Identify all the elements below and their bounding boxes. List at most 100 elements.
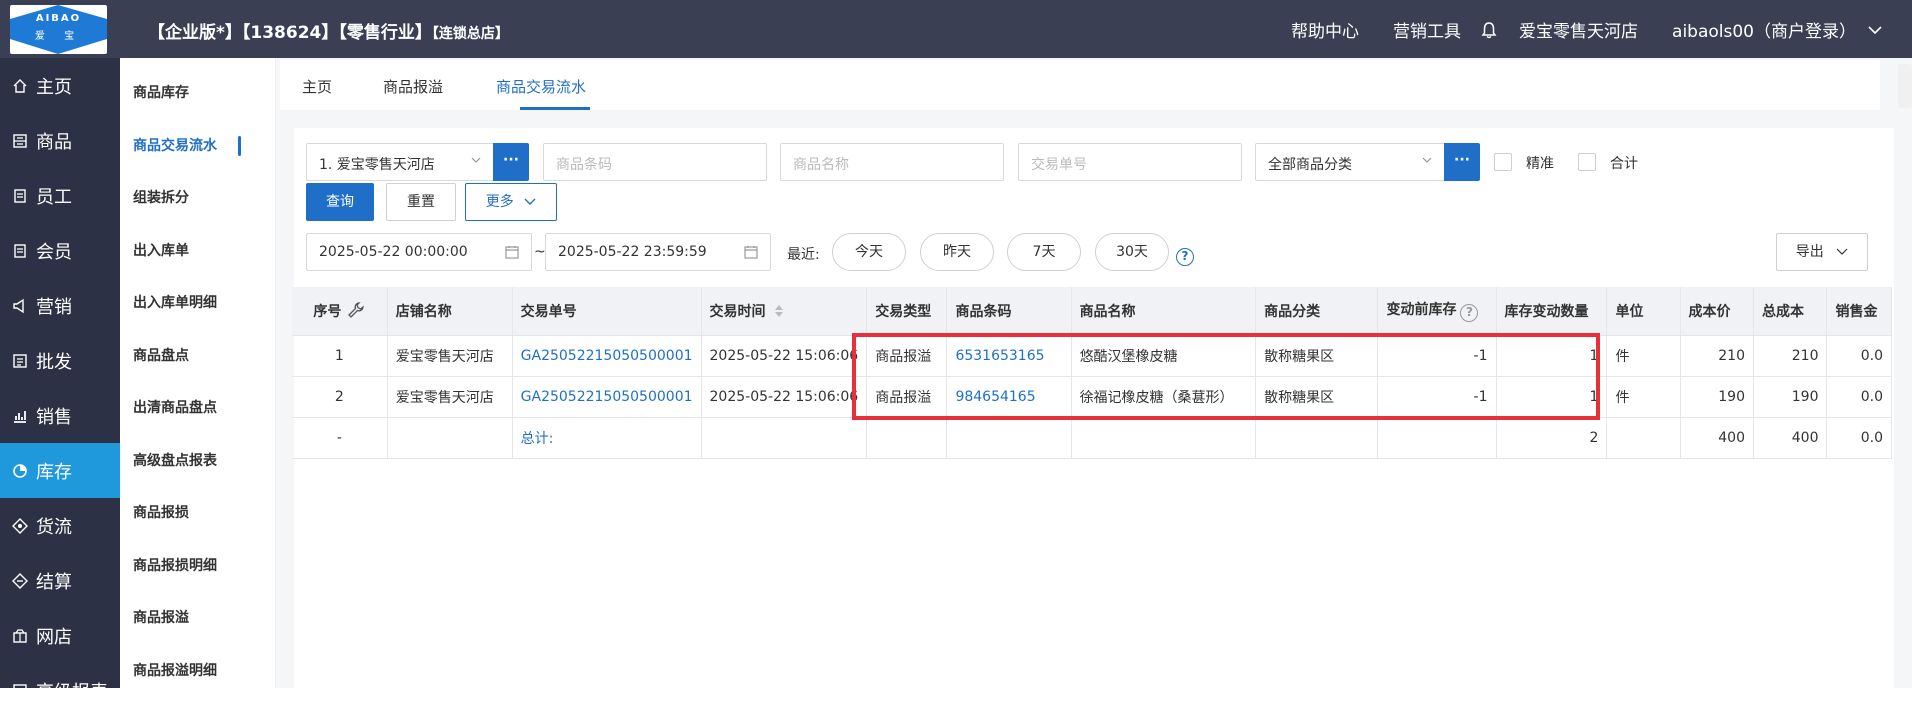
chevron-down-icon: [1836, 248, 1848, 255]
recent-label: 最近:: [787, 247, 820, 263]
nav-shop[interactable]: 网店: [0, 608, 120, 663]
col-header-stock-before-label: 变动前库存: [1386, 302, 1457, 319]
cell-type: [866, 416, 948, 459]
nav-wholesale[interactable]: 批发: [0, 333, 120, 388]
export-button[interactable]: 导出: [1776, 233, 1868, 271]
subnav-item[interactable]: 商品报溢: [120, 591, 275, 644]
nav-marketing[interactable]: 营销: [0, 278, 120, 333]
total-checkbox[interactable]: [1578, 153, 1596, 171]
subnav-item[interactable]: 商品报损: [120, 486, 275, 539]
nav-label: 网店: [36, 626, 72, 648]
tab-home[interactable]: 主页: [302, 76, 332, 97]
help-icon[interactable]: ?: [1176, 248, 1194, 266]
col-header-type: 交易类型: [866, 287, 948, 335]
transaction-table: 序号 店铺名称 交易单号 交易时间 交易类型 商品条码 商品名称 商品分类 变动…: [292, 287, 1892, 459]
col-header-time-label: 交易时间: [709, 303, 766, 320]
cell-sales-amount: 0.0: [1826, 375, 1892, 417]
cell-order-link[interactable]: GA25052215050500001: [512, 375, 702, 417]
sort-icon[interactable]: [774, 304, 784, 318]
table-row[interactable]: 2 爱宝零售天河店 GA25052215050500001 2025-05-22…: [292, 375, 1892, 417]
nav-sales[interactable]: 销售: [0, 388, 120, 443]
reset-button[interactable]: 重置: [386, 183, 456, 221]
subnav-item[interactable]: 商品盘点: [120, 329, 275, 382]
category-select[interactable]: 全部商品分类: [1255, 143, 1445, 181]
user-account[interactable]: aibaols00（商户登录）: [1672, 17, 1856, 42]
marketing-tools-link[interactable]: 营销工具: [1393, 17, 1461, 42]
top-nav: 帮助中心 营销工具 爱宝零售天河店 aibaols00（商户登录）: [1257, 17, 1882, 42]
col-header-time[interactable]: 交易时间: [701, 287, 868, 335]
col-header-index: 序号: [292, 287, 388, 335]
cell-time: 2025-05-22 15:06:06: [701, 375, 868, 417]
cell-type: 商品报溢: [866, 375, 948, 417]
cell-store: [387, 416, 513, 459]
inventory-pie-icon: [13, 463, 27, 478]
scrollbar[interactable]: [1898, 64, 1912, 108]
subnav-item[interactable]: 出清商品盘点: [120, 381, 275, 434]
cell-index: -: [292, 416, 388, 459]
wrench-icon[interactable]: [347, 301, 365, 319]
subnav-item[interactable]: 组装拆分: [120, 171, 275, 224]
marketing-icon: [13, 298, 24, 313]
quick-yesterday-button[interactable]: 昨天: [920, 233, 994, 271]
subnav-item[interactable]: 商品报溢明细: [120, 644, 275, 697]
category-more-button[interactable]: ···: [1444, 143, 1480, 181]
date-to-input[interactable]: 2025-05-22 23:59:59: [545, 233, 771, 271]
quick-7days-button[interactable]: 7天: [1007, 233, 1081, 271]
store-select[interactable]: 1. 爱宝零售天河店: [306, 143, 494, 181]
nav-inventory[interactable]: 库存: [0, 443, 120, 498]
quick-today-button[interactable]: 今天: [832, 233, 906, 271]
nav-goods[interactable]: 商品: [0, 113, 120, 168]
cell-barcode-link[interactable]: 984654165: [946, 375, 1072, 417]
exact-checkbox[interactable]: [1494, 153, 1512, 171]
nav-logistics[interactable]: 货流: [0, 498, 120, 553]
cell-barcode-link[interactable]: 6531653165: [946, 334, 1072, 376]
nav-label: 主页: [36, 76, 72, 98]
subnav-item[interactable]: 商品库存: [120, 66, 275, 119]
cell-stock-change: 1: [1496, 375, 1608, 417]
table-total-row: - 总计: 2 400 400 0.0: [292, 416, 1892, 459]
cell-sales-amount: 0.0: [1826, 416, 1892, 459]
chevron-down-icon[interactable]: [1868, 25, 1882, 35]
subnav-item[interactable]: 高级盘点报表: [120, 434, 275, 487]
tab-transaction-flow[interactable]: 商品交易流水: [496, 76, 586, 97]
date-from-input[interactable]: 2025-05-22 00:00:00: [306, 233, 532, 271]
cell-product-name: [1071, 416, 1257, 459]
nav-home[interactable]: 主页: [0, 58, 120, 113]
aibao-logo[interactable]: AIBAO 爱 宝: [10, 5, 107, 54]
barcode-input[interactable]: 商品条码: [543, 143, 767, 181]
subnav-item[interactable]: 出入库单明细: [120, 276, 275, 329]
help-center-link[interactable]: 帮助中心: [1291, 17, 1359, 42]
order-number-input[interactable]: 交易单号: [1018, 143, 1242, 181]
category-select-value: 全部商品分类: [1268, 157, 1352, 173]
product-name-input[interactable]: 商品名称: [780, 143, 1004, 181]
table-row[interactable]: 1 爱宝零售天河店 GA25052215050500001 2025-05-22…: [292, 334, 1892, 376]
subnav-item-active[interactable]: 商品交易流水: [120, 119, 275, 172]
chevron-down-icon: [1422, 157, 1432, 163]
cell-stock-before: -1: [1377, 375, 1497, 417]
nav-report[interactable]: 高级报表: [0, 663, 120, 718]
nav-member[interactable]: 会员: [0, 223, 120, 278]
query-button[interactable]: 查询: [306, 183, 374, 221]
nav-settlement[interactable]: 结算: [0, 553, 120, 608]
bell-icon[interactable]: [1481, 21, 1497, 39]
col-header-unit: 单位: [1606, 287, 1681, 335]
quick-30days-button[interactable]: 30天: [1095, 233, 1169, 271]
member-icon: [14, 243, 26, 258]
staff-icon: [14, 188, 26, 203]
col-header-index-label: 序号: [313, 303, 342, 320]
cell-order-link[interactable]: GA25052215050500001: [512, 334, 702, 376]
edition-small-text: 【连锁总店】: [431, 26, 509, 42]
nav-staff[interactable]: 员工: [0, 168, 120, 223]
cell-total-cost: 400: [1753, 416, 1828, 459]
store-name[interactable]: 爱宝零售天河店: [1519, 17, 1638, 42]
col-header-barcode: 商品条码: [946, 287, 1072, 335]
question-icon[interactable]: ?: [1460, 304, 1479, 323]
cell-index: 1: [292, 334, 388, 376]
store-more-button[interactable]: ···: [493, 143, 529, 181]
subnav-item[interactable]: 出入库单: [120, 224, 275, 277]
sub-sidebar: 商品库存 商品交易流水 组装拆分 出入库单 出入库单明细 商品盘点 出清商品盘点…: [120, 58, 276, 688]
more-button[interactable]: 更多: [465, 183, 557, 221]
tab-overflow[interactable]: 商品报溢: [383, 76, 443, 97]
subnav-item[interactable]: 商品报损明细: [120, 539, 275, 592]
main-sidebar: 主页 商品 员工 会员 营销 批发 销售 库存 货流 结算 网店 高级报表: [0, 58, 120, 703]
